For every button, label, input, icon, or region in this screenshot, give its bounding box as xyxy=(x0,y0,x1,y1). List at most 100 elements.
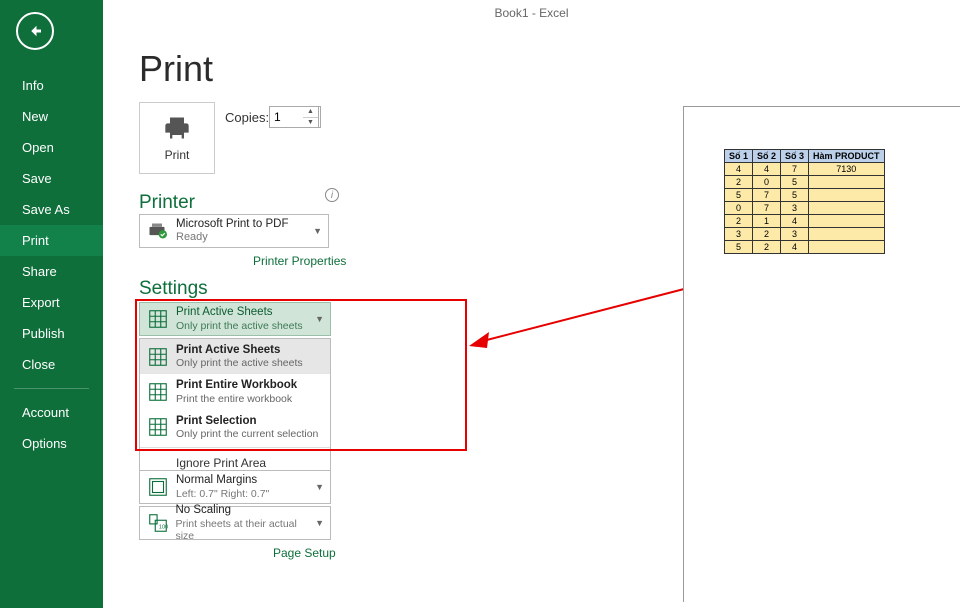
table-cell: 3 xyxy=(781,228,809,241)
table-cell: 1 xyxy=(753,215,781,228)
page-title: Print xyxy=(139,48,213,90)
print-what-option[interactable]: Print SelectionOnly print the current se… xyxy=(140,410,330,445)
table-cell: 5 xyxy=(781,189,809,202)
table-header: Số 3 xyxy=(781,150,809,163)
print-preview: Số 1Số 2Số 3Hàm PRODUCT 4477130205575073… xyxy=(683,106,960,602)
sidebar-separator xyxy=(14,388,89,389)
nav-item-options[interactable]: Options xyxy=(0,428,103,459)
table-cell: 5 xyxy=(725,241,753,254)
page-setup-link[interactable]: Page Setup xyxy=(273,546,336,560)
main-area: Book1 - Excel Print Print Copies: ▲ ▼ Pr… xyxy=(103,0,960,608)
sheets-icon xyxy=(146,380,170,404)
printer-status-icon xyxy=(146,221,168,241)
sheets-icon xyxy=(146,415,170,439)
printer-heading: Printer xyxy=(139,192,195,214)
chevron-down-icon: ▼ xyxy=(315,314,324,324)
app-title: Book1 - Excel xyxy=(494,6,568,20)
table-cell xyxy=(809,189,885,202)
print-what-title: Print Active Sheets xyxy=(176,306,303,319)
nav-item-share[interactable]: Share xyxy=(0,256,103,287)
print-what-option[interactable]: Print Entire WorkbookPrint the entire wo… xyxy=(140,374,330,409)
options-separator xyxy=(140,447,330,448)
table-row: 323 xyxy=(725,228,885,241)
nav-item-new[interactable]: New xyxy=(0,101,103,132)
option-title: Print Selection xyxy=(176,415,318,428)
table-cell: 4 xyxy=(725,163,753,176)
table-row: 4477130 xyxy=(725,163,885,176)
nav-item-print[interactable]: Print xyxy=(0,225,103,256)
printer-status: Ready xyxy=(176,231,288,244)
print-button[interactable]: Print xyxy=(139,102,215,174)
backstage-sidebar: InfoNewOpenSaveSave AsPrintShareExportPu… xyxy=(0,0,103,608)
print-what-desc: Only print the active sheets xyxy=(176,320,303,332)
table-cell: 5 xyxy=(725,189,753,202)
table-row: 524 xyxy=(725,241,885,254)
nav-item-close[interactable]: Close xyxy=(0,349,103,380)
copies-spinner[interactable]: ▲ ▼ xyxy=(303,106,319,128)
print-what-option[interactable]: Print Active SheetsOnly print the active… xyxy=(140,339,330,374)
nav-item-save-as[interactable]: Save As xyxy=(0,194,103,225)
table-header: Hàm PRODUCT xyxy=(809,150,885,163)
scaling-icon: 100 xyxy=(146,511,169,535)
table-cell: 4 xyxy=(781,215,809,228)
table-cell: 0 xyxy=(753,176,781,189)
nav-item-open[interactable]: Open xyxy=(0,132,103,163)
nav-item-publish[interactable]: Publish xyxy=(0,318,103,349)
table-cell xyxy=(809,241,885,254)
table-cell: 7 xyxy=(753,202,781,215)
nav-item-account[interactable]: Account xyxy=(0,397,103,428)
table-cell: 3 xyxy=(725,228,753,241)
table-cell: 2 xyxy=(753,228,781,241)
table-cell xyxy=(809,228,885,241)
table-cell: 2 xyxy=(725,176,753,189)
printer-info-icon[interactable]: i xyxy=(325,188,339,202)
spinner-down-icon[interactable]: ▼ xyxy=(303,118,318,128)
nav-item-save[interactable]: Save xyxy=(0,163,103,194)
print-button-label: Print xyxy=(165,148,190,162)
print-what-dropdown[interactable]: Print Active Sheets Only print the activ… xyxy=(139,302,331,336)
copies-label: Copies: xyxy=(225,110,269,125)
table-cell: 7 xyxy=(781,163,809,176)
table-header: Số 1 xyxy=(725,150,753,163)
table-cell xyxy=(809,215,885,228)
margins-dropdown[interactable]: Normal Margins Left: 0.7" Right: 0.7" ▼ xyxy=(139,470,331,504)
table-header: Số 2 xyxy=(753,150,781,163)
option-desc: Only print the current selection xyxy=(176,428,318,440)
option-desc: Print the entire workbook xyxy=(176,393,297,405)
option-title: Print Entire Workbook xyxy=(176,379,297,392)
margins-icon xyxy=(146,475,170,499)
table-row: 073 xyxy=(725,202,885,215)
option-desc: Only print the active sheets xyxy=(176,357,303,369)
svg-text:100: 100 xyxy=(159,525,168,531)
table-cell: 4 xyxy=(781,241,809,254)
printer-icon xyxy=(163,114,191,142)
table-cell: 7 xyxy=(753,189,781,202)
printer-properties-link[interactable]: Printer Properties xyxy=(253,254,346,268)
nav-item-info[interactable]: Info xyxy=(0,70,103,101)
spinner-up-icon[interactable]: ▲ xyxy=(303,107,318,118)
table-cell xyxy=(809,202,885,215)
chevron-down-icon: ▼ xyxy=(313,226,322,236)
sheets-icon xyxy=(146,307,170,331)
scaling-dropdown[interactable]: 100 No Scaling Print sheets at their act… xyxy=(139,506,331,540)
table-cell: 0 xyxy=(725,202,753,215)
table-row: 214 xyxy=(725,215,885,228)
settings-heading: Settings xyxy=(139,278,208,300)
table-cell: 7130 xyxy=(809,163,885,176)
scaling-desc: Print sheets at their actual size xyxy=(175,518,315,542)
table-row: 205 xyxy=(725,176,885,189)
table-cell: 2 xyxy=(725,215,753,228)
printer-name: Microsoft Print to PDF xyxy=(176,218,288,232)
printer-dropdown[interactable]: Microsoft Print to PDF Ready ▼ xyxy=(139,214,329,248)
chevron-down-icon: ▼ xyxy=(315,482,324,492)
print-what-options-panel: Print Active SheetsOnly print the active… xyxy=(139,338,331,477)
table-cell xyxy=(809,176,885,189)
table-row: 575 xyxy=(725,189,885,202)
scaling-title: No Scaling xyxy=(175,504,315,517)
table-cell: 4 xyxy=(753,163,781,176)
back-button[interactable] xyxy=(16,12,54,50)
margins-title: Normal Margins xyxy=(176,474,269,487)
nav-item-export[interactable]: Export xyxy=(0,287,103,318)
table-cell: 5 xyxy=(781,176,809,189)
back-arrow-icon xyxy=(26,22,44,40)
